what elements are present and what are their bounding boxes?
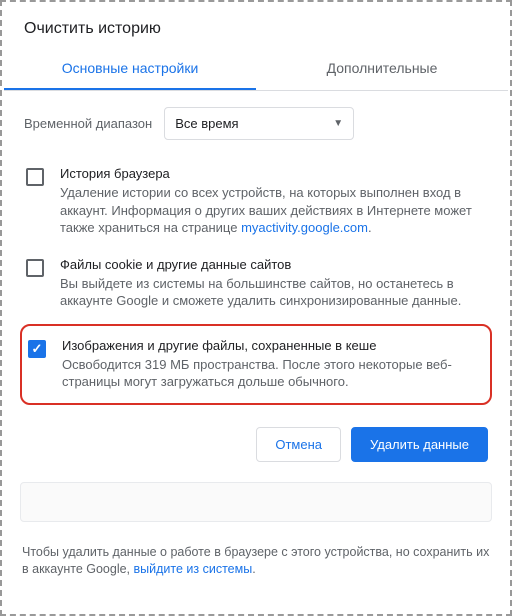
button-row: Отмена Удалить данные: [4, 409, 508, 474]
option-title: История браузера: [60, 166, 486, 181]
clear-history-dialog: Очистить историю Основные настройки Допо…: [4, 4, 508, 612]
confirm-button[interactable]: Удалить данные: [351, 427, 488, 462]
footer-signout-link[interactable]: выйдите из системы: [134, 562, 253, 576]
footer-text: Чтобы удалить данные о работе в браузере…: [4, 530, 508, 589]
option-desc: Освободится 319 МБ пространства. После э…: [62, 356, 484, 391]
option-title: Изображения и другие файлы, сохраненные …: [62, 338, 484, 353]
tab-advanced[interactable]: Дополнительные: [256, 48, 508, 90]
time-range-select[interactable]: Все время ▼: [164, 107, 354, 140]
tabs: Основные настройки Дополнительные: [4, 48, 508, 91]
option-title: Файлы cookie и другие данные сайтов: [60, 257, 486, 272]
option-text: Изображения и другие файлы, сохраненные …: [62, 338, 484, 391]
option-desc: Удаление истории со всех устройств, на к…: [60, 184, 486, 237]
dialog-title: Очистить историю: [4, 4, 508, 48]
option-cookies: Файлы cookie и другие данные сайтов Вы в…: [20, 247, 492, 320]
option-text: Файлы cookie и другие данные сайтов Вы в…: [60, 257, 486, 310]
time-range-value: Все время: [175, 116, 238, 131]
checkbox-cache[interactable]: [28, 340, 46, 358]
cancel-button[interactable]: Отмена: [256, 427, 341, 462]
myactivity-link[interactable]: myactivity.google.com: [241, 220, 368, 235]
chevron-down-icon: ▼: [333, 118, 343, 129]
option-desc: Вы выйдете из системы на большинстве сай…: [60, 275, 486, 310]
footer-placeholder: [20, 482, 492, 522]
checkbox-history[interactable]: [26, 168, 44, 186]
checkbox-cookies[interactable]: [26, 259, 44, 277]
options-list: История браузера Удаление истории со все…: [4, 156, 508, 409]
option-text: История браузера Удаление истории со все…: [60, 166, 486, 237]
time-range-row: Временной диапазон Все время ▼: [4, 91, 508, 156]
option-cache: Изображения и другие файлы, сохраненные …: [20, 324, 492, 405]
tab-basic[interactable]: Основные настройки: [4, 48, 256, 90]
option-history: История браузера Удаление истории со все…: [20, 156, 492, 247]
time-range-label: Временной диапазон: [24, 116, 152, 131]
